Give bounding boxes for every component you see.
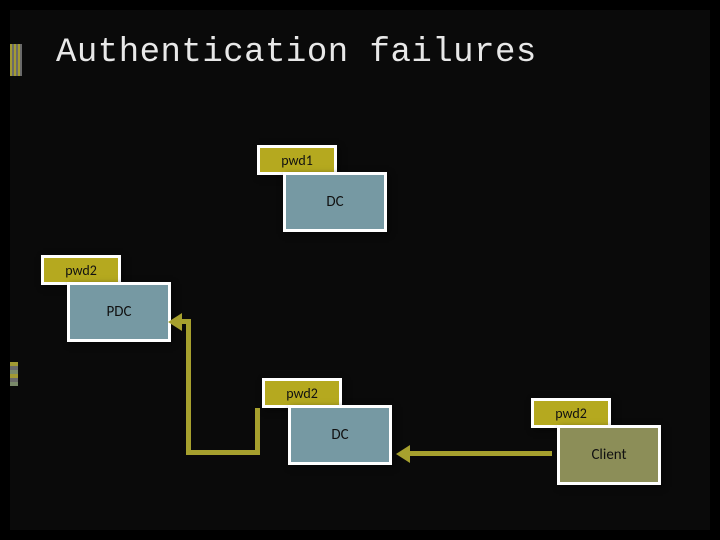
pdc-password-tag: pwd2 xyxy=(41,255,121,285)
edge-dc-to-pdc-seg2 xyxy=(186,450,260,455)
slide-title: Authentication failures xyxy=(56,34,537,72)
edge-client-to-dc-arrowhead xyxy=(396,445,410,463)
dc-bottom-password-tag: pwd2 xyxy=(262,378,342,408)
side-accent-bar xyxy=(10,362,18,386)
client-password-tag: pwd2 xyxy=(531,398,611,428)
edge-dc-to-pdc-seg1 xyxy=(255,408,260,454)
dc-bottom-box: DC xyxy=(288,405,392,465)
dc-top-password-tag: pwd1 xyxy=(257,145,337,175)
edge-client-to-dc xyxy=(410,451,552,456)
dc-top-box: DC xyxy=(283,172,387,232)
title-accent-bar xyxy=(10,44,22,76)
edge-dc-to-pdc-arrowhead xyxy=(168,313,182,331)
edge-dc-to-pdc-seg3 xyxy=(186,319,191,455)
edge-dc-to-pdc-seg4 xyxy=(181,319,191,324)
client-box: Client xyxy=(557,425,661,485)
pdc-box: PDC xyxy=(67,282,171,342)
